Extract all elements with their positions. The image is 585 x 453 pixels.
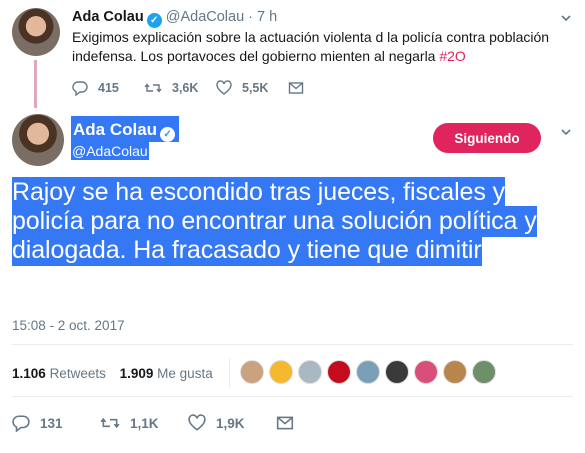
author-handle[interactable]: @AdaColau xyxy=(166,9,244,25)
retweets-count: 1.106 xyxy=(12,366,46,381)
tweet-actions: 415 3,6K 5,5K xyxy=(72,78,360,98)
thread-connector xyxy=(34,60,37,108)
retweet-button[interactable]: 3,6K xyxy=(144,80,216,96)
tweet-stats: 1.106 Retweets 1.909 Me gusta xyxy=(12,366,223,381)
envelope-icon xyxy=(276,416,294,430)
avatar[interactable] xyxy=(12,114,64,166)
heart-icon xyxy=(216,80,232,95)
liker-avatar[interactable] xyxy=(414,360,438,384)
liker-avatars xyxy=(240,360,501,384)
liker-avatar[interactable] xyxy=(385,360,409,384)
verified-badge-icon: ✓ xyxy=(160,127,176,142)
liker-avatar[interactable] xyxy=(269,360,293,384)
liker-avatar[interactable] xyxy=(356,360,380,384)
retweet-icon xyxy=(144,83,162,93)
reply-button[interactable]: 131 xyxy=(12,414,100,432)
direct-message-button[interactable] xyxy=(288,80,360,96)
liker-avatar[interactable] xyxy=(240,360,264,384)
author-handle[interactable]: @AdaColau xyxy=(71,142,149,160)
reply-count: 415 xyxy=(98,81,119,95)
avatar[interactable] xyxy=(12,8,60,56)
reply-count: 131 xyxy=(40,415,63,431)
author-name[interactable]: Ada Colau xyxy=(73,120,157,139)
retweet-button[interactable]: 1,1K xyxy=(100,414,188,432)
like-count: 5,5K xyxy=(242,81,269,95)
parent-tweet[interactable]: Ada Colau ✓ @AdaColau · 7 h Exigimos expl… xyxy=(0,0,585,108)
retweet-count: 3,6K xyxy=(172,81,199,95)
retweet-icon xyxy=(100,417,120,429)
tweet-text: Exigimos explicación sobre la actuación … xyxy=(72,28,572,66)
reply-icon xyxy=(12,415,30,432)
tweet-text: Rajoy se ha escondido tras jueces, fisca… xyxy=(12,177,578,266)
retweet-count: 1,1K xyxy=(130,415,159,431)
chevron-down-icon[interactable] xyxy=(560,12,572,24)
reply-icon xyxy=(72,81,88,96)
retweets-stat[interactable]: 1.106 Retweets xyxy=(12,366,106,381)
tweet-actions: 131 1,1K 1,9K xyxy=(12,412,364,434)
likes-label: Me gusta xyxy=(157,366,213,381)
like-button[interactable]: 1,9K xyxy=(188,414,276,432)
retweets-label: Retweets xyxy=(49,366,106,381)
likes-stat[interactable]: 1.909 Me gusta xyxy=(120,366,213,381)
like-count: 1,9K xyxy=(216,415,245,431)
envelope-icon xyxy=(288,82,304,94)
hashtag-link[interactable]: #2O xyxy=(439,48,465,64)
tweet-timestamp[interactable]: 15:08 - 2 oct. 2017 xyxy=(12,318,125,333)
heart-icon xyxy=(188,414,206,431)
liker-avatar[interactable] xyxy=(443,360,467,384)
chevron-down-icon[interactable] xyxy=(560,126,572,138)
tweet-header: Ada Colau ✓ @AdaColau · 7 h xyxy=(72,8,277,28)
like-button[interactable]: 5,5K xyxy=(216,80,288,96)
liker-avatar[interactable] xyxy=(327,360,351,384)
tweet-time[interactable]: · 7 h xyxy=(248,9,277,25)
tweet-text-body: Exigimos explicación sobre la actuación … xyxy=(72,29,550,64)
author-name[interactable]: Ada Colau xyxy=(72,9,144,25)
author-name-selection[interactable]: Ada Colau ✓ xyxy=(71,116,180,142)
liker-avatar[interactable] xyxy=(298,360,322,384)
direct-message-button[interactable] xyxy=(276,414,364,432)
likes-count: 1.909 xyxy=(119,366,154,381)
liker-avatar[interactable] xyxy=(472,360,496,384)
tweet-text-body: Rajoy se ha escondido tras jueces, fisca… xyxy=(12,177,537,266)
divider xyxy=(12,396,573,397)
verified-badge-icon: ✓ xyxy=(146,13,162,28)
reply-button[interactable]: 415 xyxy=(72,80,144,96)
divider xyxy=(229,358,230,388)
divider xyxy=(12,344,573,345)
following-button[interactable]: Siguiendo xyxy=(433,123,541,153)
